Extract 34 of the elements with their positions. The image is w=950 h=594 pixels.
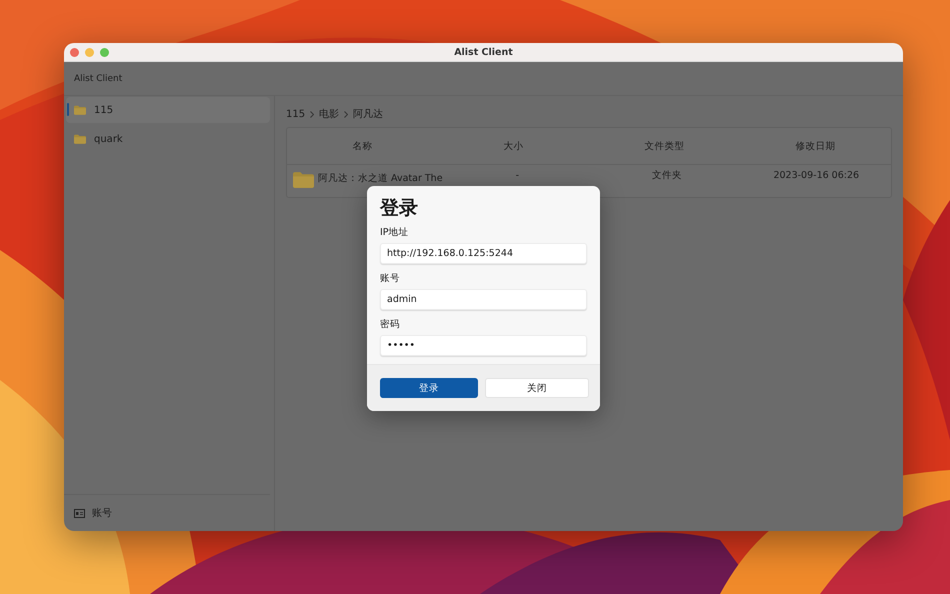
login-button[interactable]: 登录 (380, 378, 478, 398)
folder-icon (293, 170, 314, 188)
column-header: 大小 (502, 140, 524, 152)
zoom-button[interactable] (100, 48, 109, 56)
field-label: 账号 (380, 272, 401, 286)
table-cell-text: 2023-09-16 06:26 (772, 169, 860, 183)
sidebar-account-label[interactable]: 账号 (92, 506, 112, 520)
table-cell-text: - (514, 169, 520, 183)
breadcrumb-link[interactable]: 115 (286, 108, 306, 120)
column-header: 文件类型 (644, 140, 686, 152)
chevron-icon (310, 110, 314, 118)
breadcrumb-link[interactable]: 电影 (319, 107, 340, 121)
close-button[interactable] (70, 48, 79, 56)
breadcrumb-link[interactable]: 阿凡达 (353, 107, 384, 121)
field-label: 密码 (380, 318, 401, 332)
sidebar-item[interactable]: 115 (66, 97, 270, 123)
chevron-icon (344, 110, 348, 118)
input-field[interactable]: ••••• (380, 335, 587, 356)
dialog-title: 登录 (380, 196, 419, 220)
app-title: Alist Client (74, 74, 122, 84)
sidebar-item[interactable]: quark (66, 126, 270, 152)
close-button[interactable]: 关闭 (485, 378, 589, 398)
input-field[interactable]: admin (380, 289, 587, 310)
account-card-icon (74, 508, 85, 518)
table-cell-text: 文件夹 (650, 169, 683, 183)
input-field[interactable]: http://192.168.0.125:5244 (380, 243, 587, 264)
folder-icon (74, 134, 86, 144)
column-header: 修改日期 (794, 140, 836, 152)
window-title: Alist Client (454, 46, 513, 58)
field-label: IP地址 (380, 226, 410, 240)
minimize-button[interactable] (85, 48, 94, 56)
file-name: 阿凡达：水之道 Avatar The (318, 172, 443, 186)
folder-icon (74, 105, 86, 115)
column-header: 名称 (352, 140, 374, 152)
